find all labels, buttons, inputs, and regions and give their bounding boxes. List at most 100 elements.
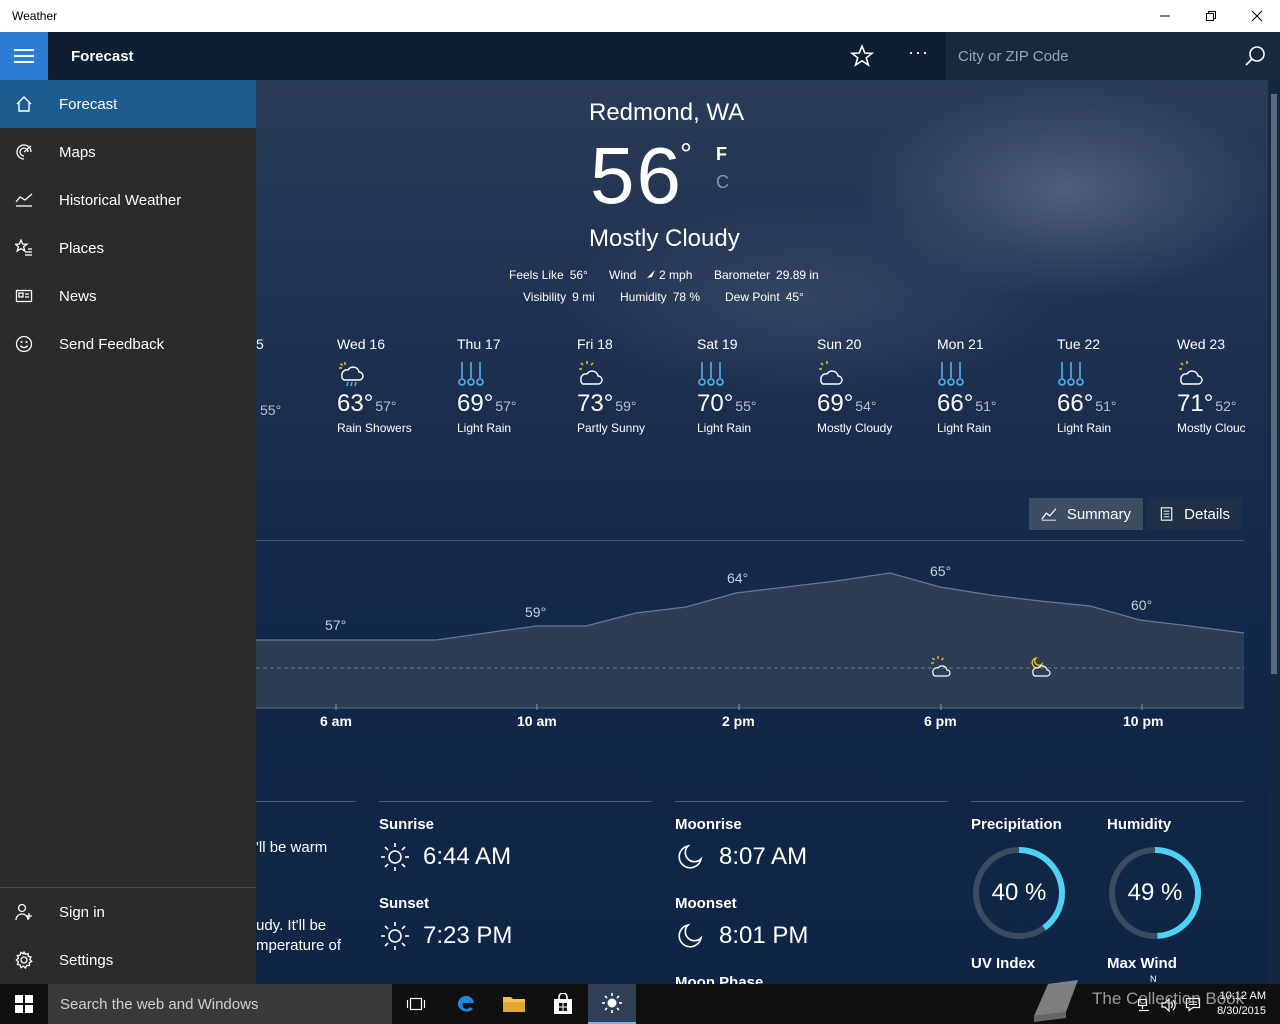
location-name: Redmond, WA xyxy=(589,99,745,126)
section-divider xyxy=(675,801,948,802)
sun-icon xyxy=(381,843,409,871)
partial-day-name: 5 xyxy=(256,336,264,352)
user-add-icon xyxy=(0,903,48,921)
day-low: 52° xyxy=(1215,398,1237,414)
nav-item-settings[interactable]: Settings xyxy=(0,936,256,984)
dew-point-value: 45° xyxy=(785,290,804,304)
summary-label: Summary xyxy=(1066,505,1131,523)
nav-item-places[interactable]: Places xyxy=(0,224,256,272)
day-condition: Light Rain xyxy=(937,421,992,435)
app-bar: Forecast ··· xyxy=(0,32,1280,80)
weather-sun-icon xyxy=(602,993,622,1013)
hourly-temperature-chart: 57° 59° 64° 65° 60° xyxy=(256,540,1244,710)
start-button[interactable] xyxy=(0,984,48,1024)
day-name: Tue 22 xyxy=(1057,336,1101,352)
day-high: 73° xyxy=(577,390,614,417)
day-high: 66° xyxy=(1057,390,1094,417)
sunrise-time: 6:44 AM xyxy=(423,843,512,870)
visibility-stat: Visibility 9 mi xyxy=(523,290,595,304)
partly-sunny-icon xyxy=(577,360,687,388)
light-rain-icon xyxy=(457,360,567,388)
nav-item-send-feedback[interactable]: Send Feedback xyxy=(0,320,256,368)
restore-icon xyxy=(1206,11,1216,21)
edge-icon xyxy=(457,995,474,1012)
minimize-icon xyxy=(1160,15,1170,17)
day-summary-text: udy. It'll be xyxy=(256,917,327,934)
details-list-icon xyxy=(1160,507,1173,521)
store-button[interactable] xyxy=(539,984,587,1024)
section-divider xyxy=(256,801,356,802)
restore-button[interactable] xyxy=(1188,0,1234,32)
file-explorer-button[interactable] xyxy=(490,984,538,1024)
day-forecast[interactable]: Wed 16 63° 57° Rain Showers xyxy=(337,336,447,435)
details-label: Details xyxy=(1184,505,1230,523)
chart-icon xyxy=(0,191,48,209)
moonset-label: Moonset xyxy=(675,895,737,912)
nav-item-sign-in[interactable]: Sign in xyxy=(0,888,256,936)
summary-button[interactable]: Summary xyxy=(1029,498,1143,530)
day-forecast[interactable]: Sun 20 69° 54° Mostly Cloudy xyxy=(817,336,927,435)
day-forecast[interactable]: Tue 22 66° 51° Light Rain xyxy=(1057,336,1167,435)
day-low: 55° xyxy=(735,398,757,414)
minimize-button[interactable] xyxy=(1142,0,1188,32)
day-summary-text: mperature of xyxy=(256,937,342,954)
taskbar-search-placeholder: Search the web and Windows xyxy=(60,996,259,1013)
sunset-icon xyxy=(381,922,409,950)
feels-like-stat: Feels Like 56° xyxy=(509,268,588,282)
vertical-scrollbar[interactable] xyxy=(1268,80,1280,984)
weather-app-button[interactable] xyxy=(588,984,636,1024)
search-icon[interactable] xyxy=(1244,45,1266,67)
moon-icon xyxy=(678,923,703,948)
hamburger-menu-button[interactable] xyxy=(0,32,48,80)
degree-symbol: ° xyxy=(680,138,692,171)
day-name: Wed 16 xyxy=(337,336,385,352)
day-name: Wed 23 xyxy=(1177,336,1225,352)
temp-label: 65° xyxy=(930,563,951,579)
celsius-toggle[interactable]: C xyxy=(716,172,729,193)
fahrenheit-toggle[interactable]: F xyxy=(716,144,727,165)
day-forecast[interactable]: Wed 23 71° 52° Mostly Clouc xyxy=(1177,336,1245,435)
hour-tick: 6 am xyxy=(320,713,352,729)
current-temperature: 56 xyxy=(590,131,683,220)
day-forecast[interactable]: Fri 18 73° 59° Partly Sunny xyxy=(577,336,687,435)
light-rain-icon xyxy=(1057,360,1167,388)
day-name: Sat 19 xyxy=(697,336,738,352)
day-forecast[interactable]: Thu 17 69° 57° Light Rain xyxy=(457,336,567,435)
moon-phase-label: Moon Phase xyxy=(675,974,764,984)
feels-like-value: 56° xyxy=(569,268,588,282)
hour-tick: 10 pm xyxy=(1123,713,1164,729)
task-view-button[interactable] xyxy=(392,984,440,1024)
day-forecast[interactable]: Sat 19 70° 55° Light Rain xyxy=(697,336,807,435)
day-high: 66° xyxy=(937,390,974,417)
location-search-input[interactable] xyxy=(946,32,1236,80)
humidity-label: Humidity xyxy=(620,290,667,304)
details-button[interactable]: Details xyxy=(1147,498,1242,530)
nav-item-news[interactable]: News xyxy=(0,272,256,320)
day-forecast[interactable]: Mon 21 66° 51° Light Rain xyxy=(937,336,1047,435)
day-condition: Mostly Cloudy xyxy=(817,421,893,435)
nav-label: Forecast xyxy=(59,95,118,113)
wind-label: Wind xyxy=(609,268,637,282)
add-favorite-button[interactable] xyxy=(849,43,878,68)
edge-browser-button[interactable] xyxy=(442,984,490,1024)
visibility-value: 9 mi xyxy=(572,290,595,304)
title-bar: Weather xyxy=(0,0,1280,32)
close-button[interactable] xyxy=(1234,0,1280,32)
barometer-label: Barometer xyxy=(714,268,771,282)
watermark-text: The Collection Book xyxy=(1092,989,1245,1008)
day-high: 63° xyxy=(337,390,374,417)
nav-item-maps[interactable]: Maps xyxy=(0,128,256,176)
nav-label: Sign in xyxy=(59,903,105,921)
wind-stat: Wind 2 mph xyxy=(609,268,692,282)
nav-label: Historical Weather xyxy=(59,191,182,209)
scrollbar-thumb[interactable] xyxy=(1271,94,1277,674)
nav-item-forecast[interactable]: Forecast xyxy=(0,80,256,128)
taskbar-search-box[interactable]: Search the web and Windows xyxy=(48,984,392,1024)
nav-item-historical-weather[interactable]: Historical Weather xyxy=(0,176,256,224)
book-watermark-icon xyxy=(1034,980,1078,1022)
more-options-button[interactable]: ··· xyxy=(908,42,929,63)
nav-label: Send Feedback xyxy=(59,335,165,353)
moonrise-label: Moonrise xyxy=(675,816,742,833)
humidity-detail-value: 49 % xyxy=(1127,879,1183,906)
wind-value: 2 mph xyxy=(659,268,693,282)
